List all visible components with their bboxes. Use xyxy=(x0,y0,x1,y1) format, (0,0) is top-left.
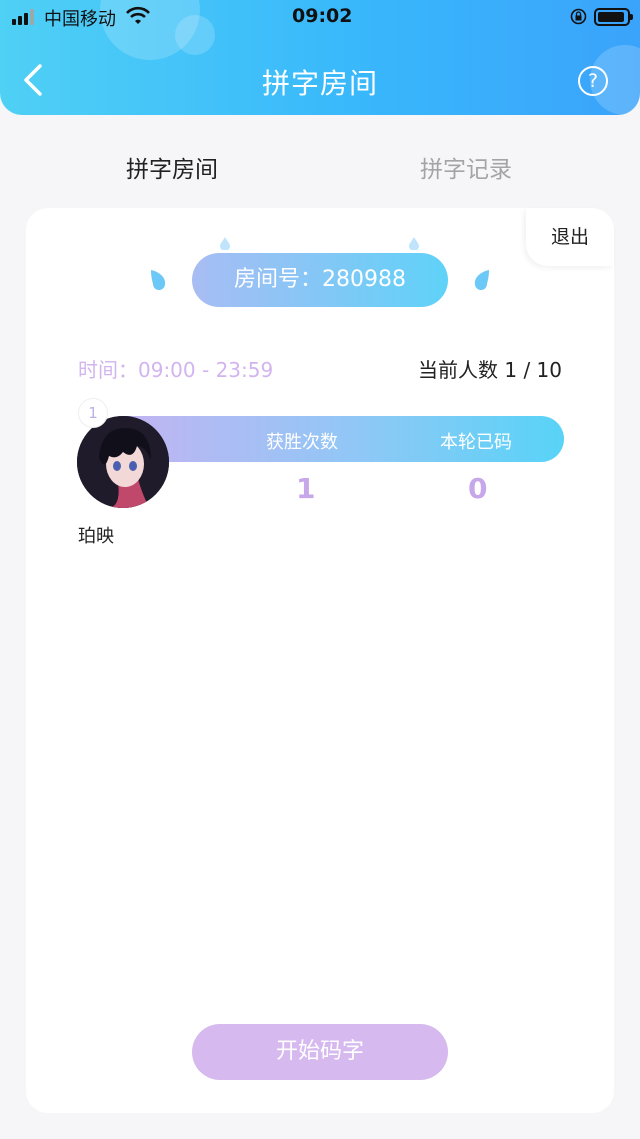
wins-value: 1 xyxy=(296,472,316,505)
header-bar: 中国移动 09:02 拼字房间 ? xyxy=(0,0,640,115)
start-typing-button[interactable]: 开始码字 xyxy=(192,1024,448,1080)
droplet-icon xyxy=(409,237,419,250)
player-count: 当前人数 1 / 10 xyxy=(418,358,562,382)
rotation-lock-icon xyxy=(570,8,587,25)
battery-icon xyxy=(594,8,633,26)
stats-header-bar: 获胜次数 本轮已码 xyxy=(122,416,564,462)
player-name: 珀映 xyxy=(78,526,114,547)
exit-button[interactable]: 退出 xyxy=(526,208,614,266)
tab-spelling-room[interactable]: 拼字房间 xyxy=(126,150,218,184)
status-time: 09:02 xyxy=(292,5,353,27)
wifi-icon xyxy=(126,6,150,24)
droplet-icon xyxy=(151,270,166,290)
status-bar: 中国移动 09:02 xyxy=(0,0,640,34)
page-title: 拼字房间 xyxy=(261,67,378,100)
signal-icon xyxy=(12,9,38,25)
droplet-icon xyxy=(220,237,230,250)
room-time: 时间：09:00 - 23:59 xyxy=(78,358,274,382)
droplet-icon xyxy=(474,270,489,290)
typed-value: 0 xyxy=(468,472,488,505)
tab-spelling-record[interactable]: 拼字记录 xyxy=(420,150,512,184)
room-number-badge: 房间号：280988 xyxy=(192,253,448,307)
avatar xyxy=(77,416,169,508)
room-card: 退出 房间号：280988 时间：09:00 - 23:59 当前人数 1 / … xyxy=(26,208,614,1113)
help-button[interactable]: ? xyxy=(578,66,608,96)
rank-badge: 1 xyxy=(78,398,108,428)
stats-header-typed: 本轮已码 xyxy=(440,432,512,453)
stats-header-wins: 获胜次数 xyxy=(266,432,338,453)
carrier-name: 中国移动 xyxy=(44,9,116,30)
